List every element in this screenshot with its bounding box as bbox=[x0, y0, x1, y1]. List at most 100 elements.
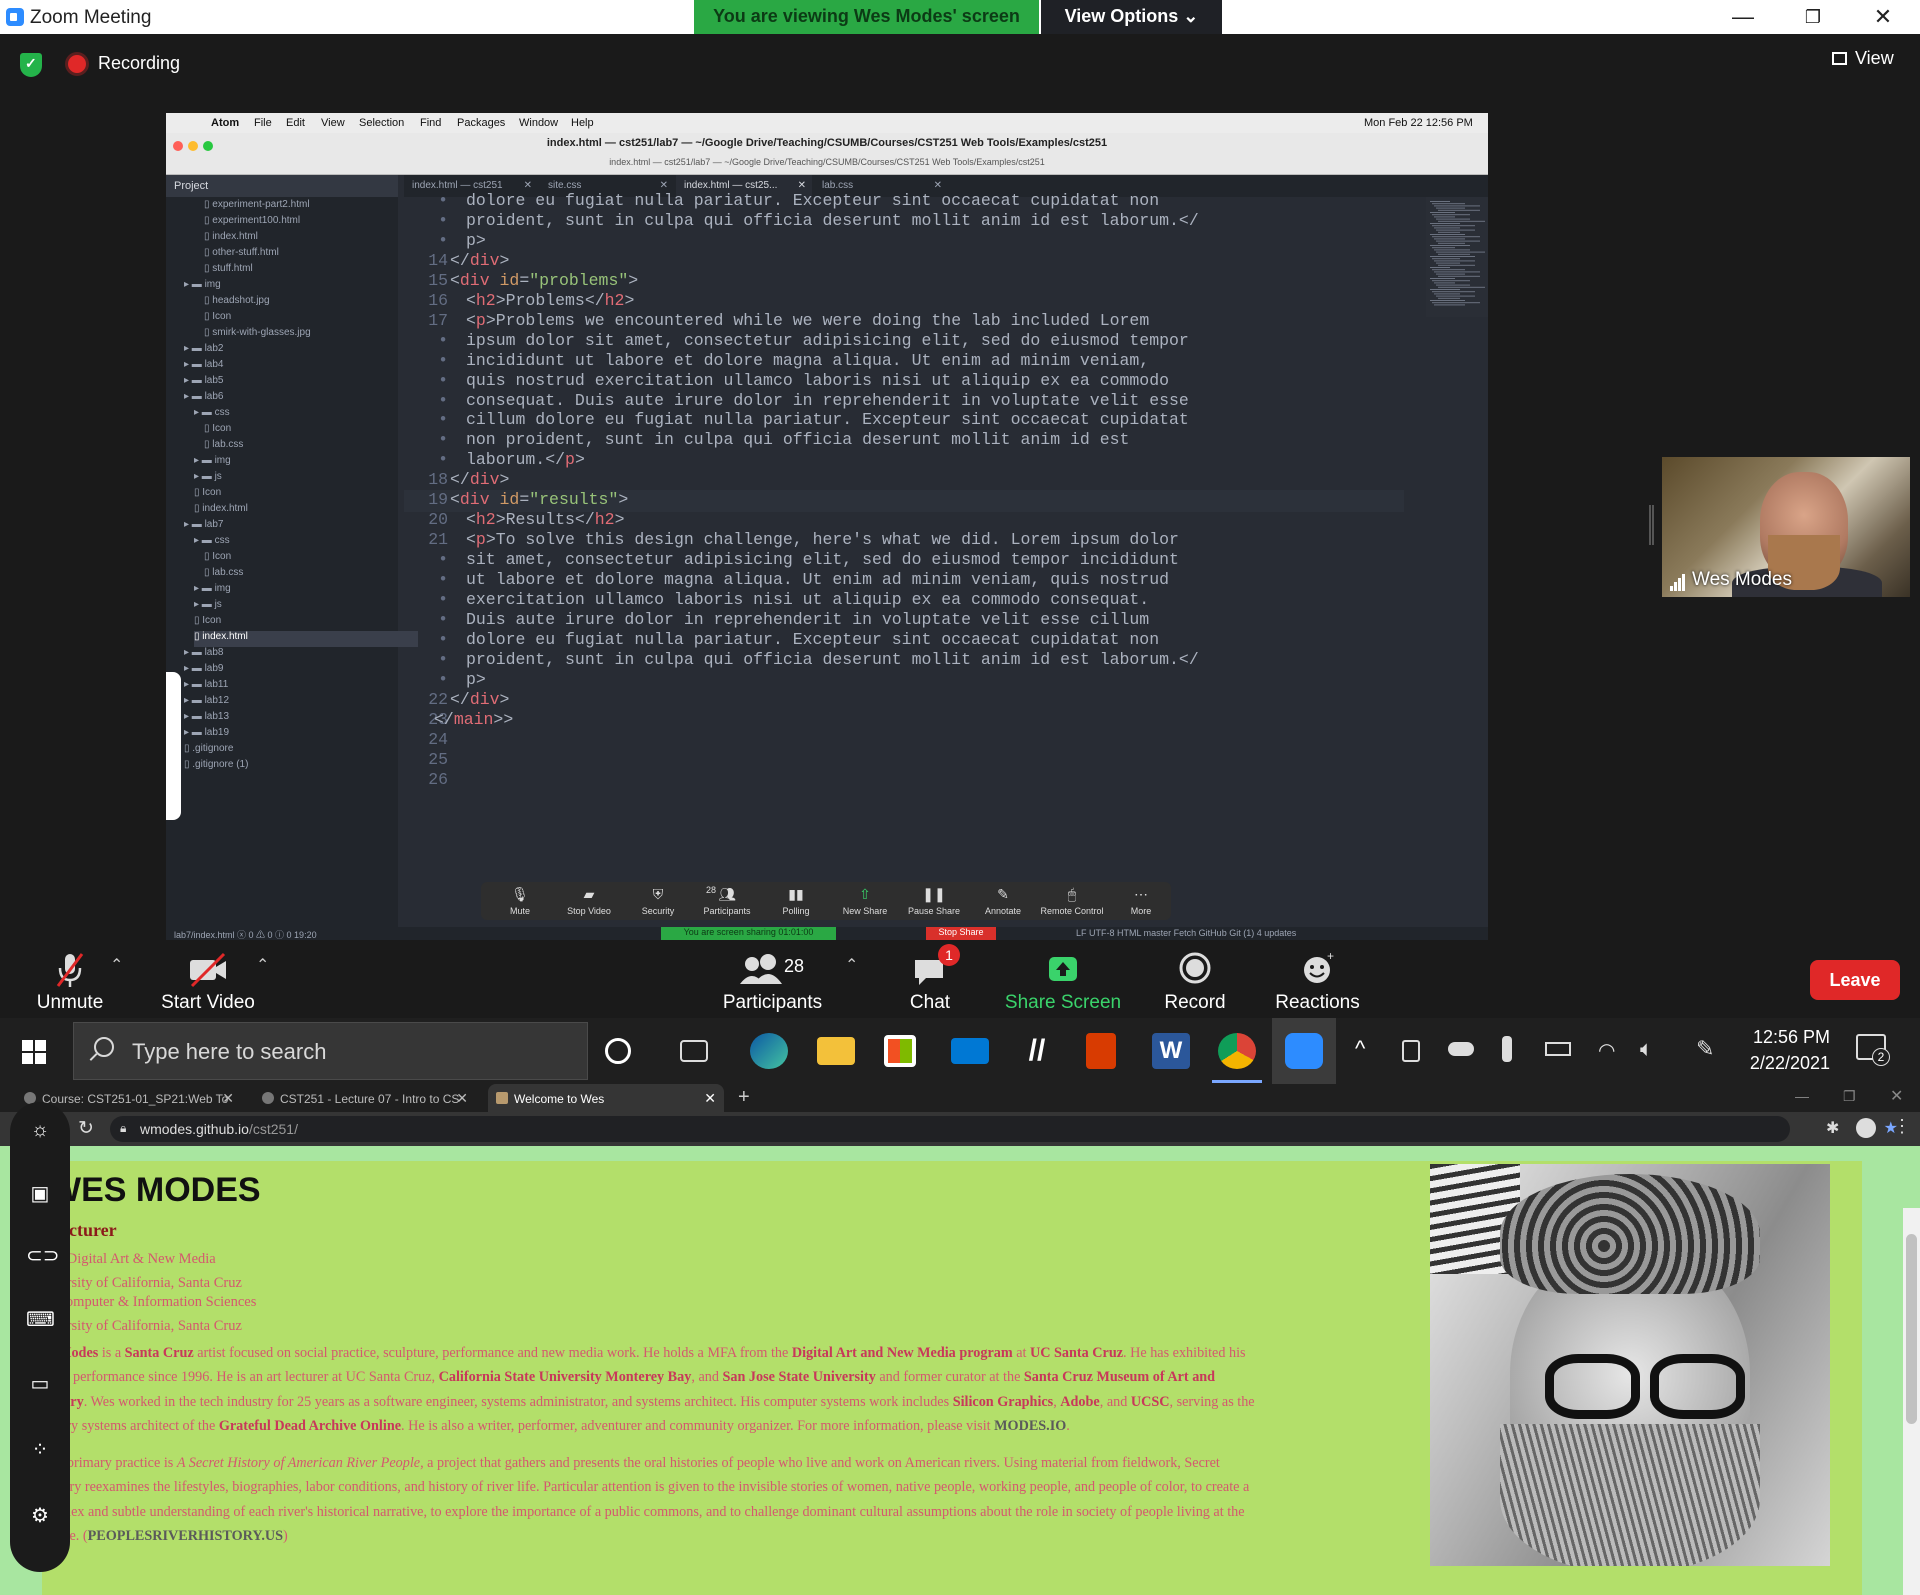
tree-file[interactable]: ▯ stuff.html bbox=[204, 263, 253, 279]
leave-button[interactable]: Leave bbox=[1810, 960, 1900, 1000]
zoom-taskbar-button[interactable] bbox=[1272, 1018, 1336, 1084]
tree-folder[interactable]: ▸ ▬ lab7 bbox=[184, 519, 223, 535]
new-tab-button[interactable]: + bbox=[738, 1086, 750, 1109]
stop-share-button[interactable]: Stop Share bbox=[926, 927, 996, 940]
restore-button[interactable]: ❐ bbox=[1788, 2, 1838, 32]
participant-video[interactable]: Wes Modes bbox=[1662, 457, 1910, 597]
scrollbar-thumb[interactable] bbox=[1906, 1234, 1917, 1424]
bio-link[interactable]: UC Santa Cruz bbox=[1030, 1345, 1123, 1361]
keyboard-icon[interactable]: ⌨ bbox=[26, 1306, 55, 1334]
tree-file[interactable]: ▯ lab.css bbox=[204, 439, 243, 455]
share-bar-button[interactable]: Pause Share bbox=[899, 906, 969, 916]
tree-folder[interactable]: ▸ ▬ css bbox=[194, 535, 230, 551]
tree-file[interactable]: ▯ experiment-part2.html bbox=[204, 199, 310, 215]
store-icon[interactable] bbox=[884, 1035, 916, 1067]
windows-start-icon[interactable] bbox=[22, 1040, 46, 1064]
close-icon[interactable]: ✕ bbox=[934, 180, 942, 191]
close-button[interactable]: ✕ bbox=[1858, 2, 1908, 32]
tree-folder[interactable]: ▸ ▬ img bbox=[194, 583, 231, 599]
tree-folder[interactable]: ▸ ▬ lab13 bbox=[184, 711, 229, 727]
share-bar-button[interactable]: More bbox=[1106, 906, 1176, 916]
view-options-button[interactable]: View Options ⌄ bbox=[1041, 0, 1222, 34]
bio-link[interactable]: Grateful Dead Archive Online bbox=[219, 1418, 401, 1434]
tree-folder[interactable]: ▸ ▬ js bbox=[194, 471, 222, 487]
close-icon[interactable]: ✕ bbox=[222, 1090, 234, 1107]
tree-file[interactable]: ▯ Icon bbox=[194, 615, 221, 631]
chrome-icon[interactable] bbox=[1218, 1033, 1256, 1069]
brightness-icon[interactable]: ☼ bbox=[26, 1116, 54, 1144]
tree-file[interactable]: ▯ .gitignore bbox=[184, 743, 233, 759]
bio-link[interactable]: Santa Cruz bbox=[125, 1345, 194, 1361]
audio-options-chevron-icon[interactable]: ⌃ bbox=[110, 955, 123, 975]
tree-folder[interactable]: ▸ ▬ lab12 bbox=[184, 695, 229, 711]
share-screen-button[interactable]: Share Screen bbox=[1003, 950, 1123, 1014]
tree-folder[interactable]: ▸ ▬ lab2 bbox=[184, 343, 223, 359]
tree-file[interactable]: ▯ smirk-with-glasses.jpg bbox=[204, 327, 311, 343]
taskbar-search-input[interactable]: Type here to search bbox=[73, 1022, 588, 1080]
bio-link[interactable]: California State University Monterey Bay bbox=[439, 1369, 692, 1385]
page-scrollbar[interactable] bbox=[1903, 1208, 1920, 1595]
tree-file[interactable]: ▯ other-stuff.html bbox=[204, 247, 279, 263]
pen-icon[interactable]: ✎ bbox=[1696, 1036, 1714, 1062]
bio-link[interactable]: Digital Art and New Media program bbox=[792, 1345, 1013, 1361]
tree-folder[interactable]: ▸ ▬ js bbox=[194, 599, 222, 615]
share-bar-button[interactable]: Annotate bbox=[968, 906, 1038, 916]
browser-close-button[interactable]: ✕ bbox=[1890, 1086, 1903, 1106]
river-history-link[interactable]: PEOPLESRIVERHISTORY.US bbox=[88, 1528, 283, 1544]
tree-folder[interactable]: ▸ ▬ lab9 bbox=[184, 663, 223, 679]
share-bar-button[interactable]: Polling bbox=[761, 906, 831, 916]
security-shield-icon[interactable] bbox=[20, 53, 42, 77]
browser-menu-icon[interactable]: ⋮ bbox=[1893, 1116, 1911, 1137]
view-button[interactable]: View bbox=[1832, 48, 1894, 69]
tree-file[interactable]: ▯ index.html bbox=[194, 631, 418, 647]
close-icon[interactable]: ✕ bbox=[660, 180, 668, 191]
minimize-button[interactable]: — bbox=[1718, 2, 1768, 32]
browser-tab-welcome[interactable]: Welcome to Wes ✕ bbox=[488, 1084, 724, 1112]
laptop-icon[interactable]: ▭ bbox=[26, 1370, 54, 1398]
tree-folder[interactable]: ▸ ▬ lab11 bbox=[184, 679, 228, 695]
tree-folder[interactable]: ▸ ▬ lab8 bbox=[184, 647, 223, 663]
modes-io-link[interactable]: MODES.IO bbox=[994, 1418, 1066, 1434]
tree-file[interactable]: ▯ experiment100.html bbox=[204, 215, 300, 231]
video-options-chevron-icon[interactable]: ⌃ bbox=[256, 955, 269, 975]
browser-tab-lecture[interactable]: CST251 - Lecture 07 - Intro to CS ✕ bbox=[254, 1084, 476, 1112]
microphone-icon[interactable] bbox=[1502, 1036, 1512, 1062]
tree-folder[interactable]: ▸ ▬ img bbox=[194, 455, 231, 471]
tree-folder[interactable]: ▸ ▬ lab19 bbox=[184, 727, 229, 743]
tree-folder[interactable]: ▸ ▬ css bbox=[194, 407, 230, 423]
drag-handle[interactable] bbox=[166, 672, 181, 820]
battery-icon[interactable] bbox=[1545, 1042, 1571, 1056]
taskbar-clock[interactable]: 12:56 PM 2/22/2021 bbox=[1730, 1024, 1830, 1076]
tree-folder[interactable]: ▸ ▬ img bbox=[184, 279, 221, 295]
code-editor[interactable]: • dolore eu fugiat nulla pariatur. Except… bbox=[404, 191, 1424, 927]
bio-link[interactable]: San Jose State University bbox=[722, 1369, 875, 1385]
bio-link[interactable]: Silicon Graphics bbox=[953, 1394, 1054, 1410]
volume-icon[interactable]: 🔈︎ bbox=[1640, 1036, 1653, 1062]
bio-link[interactable]: UCSC bbox=[1131, 1394, 1170, 1410]
tree-file[interactable]: ▯ headshot.jpg bbox=[204, 295, 270, 311]
unmute-button[interactable]: Unmute bbox=[30, 950, 110, 1014]
close-icon[interactable]: ✕ bbox=[524, 180, 532, 191]
tree-file[interactable]: ▯ index.html bbox=[194, 503, 248, 519]
share-bar-button[interactable]: Remote Control bbox=[1037, 906, 1107, 916]
cortana-icon[interactable] bbox=[605, 1038, 631, 1064]
extensions-icon[interactable]: ✱ bbox=[1826, 1118, 1839, 1138]
office-icon[interactable] bbox=[1086, 1033, 1116, 1069]
tree-folder[interactable]: ▸ ▬ lab4 bbox=[184, 359, 223, 375]
start-video-button[interactable]: Start Video bbox=[158, 950, 258, 1014]
share-bar-button[interactable]: Stop Video bbox=[554, 906, 624, 916]
profile-avatar[interactable] bbox=[1856, 1118, 1876, 1138]
tree-folder[interactable]: ▸ ▬ lab5 bbox=[184, 375, 223, 391]
task-view-icon[interactable] bbox=[680, 1040, 708, 1062]
close-icon[interactable]: ✕ bbox=[798, 180, 806, 191]
tree-file[interactable]: ▯ Icon bbox=[204, 423, 231, 439]
tree-file[interactable]: ▯ .gitignore (1) bbox=[184, 759, 248, 775]
notifications-icon[interactable]: 2 bbox=[1856, 1034, 1890, 1066]
onedrive-icon[interactable] bbox=[1448, 1042, 1474, 1056]
tree-file[interactable]: ▯ Icon bbox=[204, 551, 231, 567]
panel-grip[interactable] bbox=[1649, 505, 1654, 545]
recording-label[interactable]: Recording bbox=[98, 53, 180, 74]
close-icon[interactable]: ✕ bbox=[456, 1090, 468, 1107]
browser-minimize-button[interactable]: — bbox=[1795, 1088, 1809, 1104]
app-slash-icon[interactable]: // bbox=[1018, 1033, 1056, 1069]
